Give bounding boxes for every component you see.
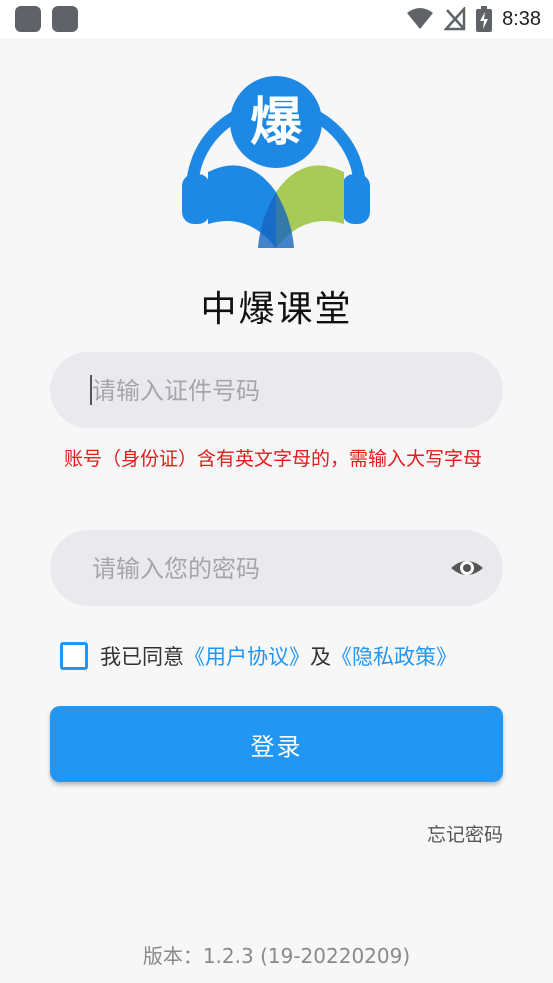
eye-icon[interactable] — [449, 550, 485, 586]
wifi-icon — [407, 8, 434, 29]
user-agreement-link[interactable]: 《用户协议》 — [184, 641, 310, 671]
forgot-password-link[interactable]: 忘记密码 — [427, 820, 503, 847]
password-field[interactable] — [50, 530, 503, 608]
status-bar: 8:38 — [0, 0, 553, 38]
logo-glyph: 爆 — [250, 93, 303, 153]
id-uppercase-warning: 账号（身份证）含有英文字母的，需输入大写字母 — [64, 448, 483, 470]
no-signal-icon — [444, 7, 466, 31]
app-logo: 爆 — [182, 76, 370, 248]
status-icons: 8:38 — [406, 5, 541, 33]
login-button[interactable]: 登录 — [50, 706, 503, 782]
password-input[interactable] — [90, 530, 434, 608]
status-time: 8:38 — [502, 7, 541, 30]
agreement-conjunction: 及 — [310, 645, 331, 669]
app-title: 中爆课堂 — [200, 289, 353, 330]
agreement-row: 我已同意 《用户协议》 及 《隐私政策》 — [60, 642, 457, 670]
version-label: 版本：1.2.3 (19-20220209) — [142, 944, 411, 968]
agreement-checkbox[interactable] — [60, 642, 88, 670]
battery-charging-icon — [476, 6, 493, 32]
privacy-policy-link[interactable]: 《隐私政策》 — [331, 641, 457, 671]
id-number-field[interactable] — [50, 352, 503, 430]
agreement-prefix: 我已同意 — [100, 645, 184, 669]
notification-icon-2 — [52, 6, 78, 32]
notification-icon — [15, 6, 41, 32]
text-cursor — [90, 375, 92, 405]
id-number-input[interactable] — [90, 352, 434, 430]
